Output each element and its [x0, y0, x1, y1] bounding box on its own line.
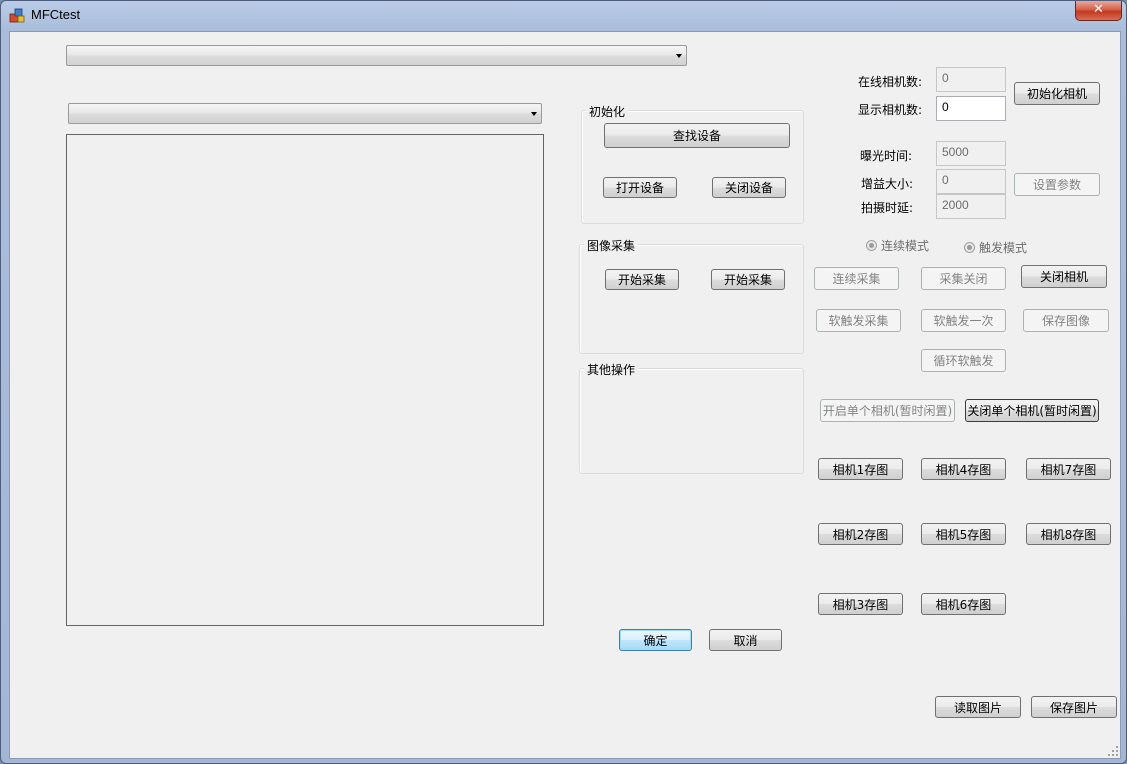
close-icon: ✕ — [1093, 2, 1104, 17]
chevron-down-icon — [531, 112, 537, 116]
cancel-button[interactable]: 取消 — [709, 629, 782, 651]
online-camera-count-label: 在线相机数: — [858, 75, 923, 89]
dialog-client-area: 初始化 查找设备 打开设备 关闭设备 图像采集 开始采集 开始采集 其他操作 确… — [9, 31, 1121, 759]
find-device-button[interactable]: 查找设备 — [604, 123, 790, 148]
group-other-ops: 其他操作 — [579, 361, 804, 474]
group-capture-title: 图像采集 — [584, 237, 639, 254]
save-image-button[interactable]: 保存图像 — [1023, 309, 1109, 332]
display-camera-count-label: 显示相机数: — [858, 103, 923, 117]
delay-label: 拍摄时延: — [861, 201, 914, 215]
top-combobox[interactable] — [66, 45, 687, 66]
group-init-title: 初始化 — [586, 103, 629, 120]
start-capture-button-2[interactable]: 开始采集 — [711, 269, 785, 290]
dialog-window: MFCtest ✕ 初始化 查找设备 打开设备 关闭设备 图像采集 开始采集 开… — [0, 0, 1127, 764]
chevron-down-icon — [676, 54, 682, 58]
camera4-save-button[interactable]: 相机4存图 — [921, 458, 1006, 480]
camera3-save-button[interactable]: 相机3存图 — [818, 593, 903, 615]
gain-field: 0 — [936, 169, 1006, 194]
radio-icon — [866, 240, 877, 251]
group-other-ops-title: 其他操作 — [584, 361, 639, 378]
trigger-mode-radio[interactable]: 触发模式 — [964, 239, 1027, 256]
radio-icon — [964, 242, 975, 253]
camera8-save-button[interactable]: 相机8存图 — [1026, 523, 1111, 545]
open-device-button[interactable]: 打开设备 — [603, 177, 677, 198]
camera7-save-button[interactable]: 相机7存图 — [1026, 458, 1111, 480]
window-title: MFCtest — [31, 7, 81, 22]
delay-field: 2000 — [936, 194, 1006, 219]
display-camera-count-field[interactable]: 0 — [936, 96, 1006, 121]
set-params-button[interactable]: 设置参数 — [1014, 173, 1100, 196]
close-camera-button[interactable]: 关闭相机 — [1021, 265, 1107, 288]
gain-label: 增益大小: — [861, 177, 914, 191]
continuous-capture-button[interactable]: 连续采集 — [814, 267, 899, 290]
resize-grip-icon[interactable] — [1108, 746, 1118, 756]
capture-close-button[interactable]: 采集关闭 — [921, 267, 1006, 290]
camera5-save-button[interactable]: 相机5存图 — [921, 523, 1006, 545]
online-camera-count-field: 0 — [936, 67, 1006, 92]
open-single-camera-button[interactable]: 开启单个相机(暂时闲置) — [820, 399, 955, 422]
close-button[interactable]: ✕ — [1075, 1, 1122, 21]
image-combobox[interactable] — [68, 103, 542, 124]
exposure-field: 5000 — [936, 141, 1006, 166]
soft-trigger-once-button[interactable]: 软触发一次 — [921, 309, 1006, 332]
close-single-camera-button[interactable]: 关闭单个相机(暂时闲置) — [965, 399, 1099, 422]
continuous-mode-label: 连续模式 — [881, 239, 930, 253]
image-display-area — [66, 134, 544, 626]
close-device-button[interactable]: 关闭设备 — [712, 177, 786, 198]
camera6-save-button[interactable]: 相机6存图 — [921, 593, 1006, 615]
trigger-mode-label: 触发模式 — [979, 241, 1028, 255]
mfc-app-icon — [9, 8, 25, 23]
soft-trigger-capture-button[interactable]: 软触发采集 — [816, 309, 901, 332]
title-bar[interactable]: MFCtest ✕ — [1, 1, 1126, 31]
start-capture-button-1[interactable]: 开始采集 — [605, 269, 679, 290]
ok-button[interactable]: 确定 — [619, 629, 692, 651]
loop-soft-trigger-button[interactable]: 循环软触发 — [921, 349, 1006, 372]
init-camera-button[interactable]: 初始化相机 — [1014, 82, 1100, 105]
camera1-save-button[interactable]: 相机1存图 — [818, 458, 903, 480]
group-capture: 图像采集 — [579, 237, 804, 354]
camera2-save-button[interactable]: 相机2存图 — [818, 523, 903, 545]
continuous-mode-radio[interactable]: 连续模式 — [866, 237, 929, 254]
exposure-label: 曝光时间: — [860, 149, 913, 163]
save-picture-button[interactable]: 保存图片 — [1031, 696, 1117, 718]
read-picture-button[interactable]: 读取图片 — [935, 696, 1021, 718]
